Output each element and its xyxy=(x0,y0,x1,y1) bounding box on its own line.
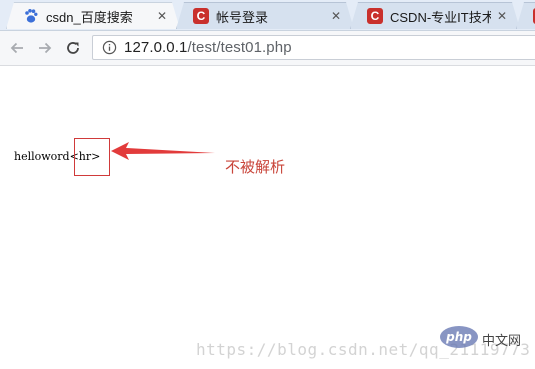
tab-title: 帐号登录 xyxy=(216,9,269,25)
back-button[interactable] xyxy=(6,37,28,59)
php-logo-icon: php xyxy=(440,326,478,348)
csdn-logo-icon: C xyxy=(367,8,383,24)
tab-baidu-search[interactable]: csdn_百度搜索 ✕ xyxy=(6,2,180,29)
info-icon[interactable] xyxy=(100,39,118,57)
back-arrow-icon xyxy=(10,42,23,54)
browser-window: csdn_百度搜索 ✕ C 帐号登录 ✕ C CSDN-专业IT技术社 ✕ C xyxy=(0,0,535,369)
highlight-box xyxy=(74,138,110,176)
tab-strip: csdn_百度搜索 ✕ C 帐号登录 ✕ C CSDN-专业IT技术社 ✕ C xyxy=(0,0,535,31)
forward-arrow-icon xyxy=(39,42,52,54)
blog-watermark: https://blog.csdn.net/qq_21119773 xyxy=(196,340,531,359)
close-icon[interactable]: ✕ xyxy=(495,9,509,23)
url-text: 127.0.0.1/test/test01.php xyxy=(124,39,292,56)
tab-account-login[interactable]: C 帐号登录 ✕ xyxy=(176,2,354,29)
baidu-paw-icon xyxy=(23,8,39,24)
url-host: 127.0.0.1 xyxy=(124,39,188,56)
url-path: /test/test01.php xyxy=(187,39,292,56)
forward-button[interactable] xyxy=(34,37,56,59)
tab-csdn-partial[interactable]: C xyxy=(516,2,535,29)
red-arrow-icon xyxy=(111,142,215,160)
browser-toolbar: 127.0.0.1/test/test01.php xyxy=(0,31,535,66)
address-bar[interactable]: 127.0.0.1/test/test01.php xyxy=(92,35,535,60)
tab-title: csdn_百度搜索 xyxy=(46,9,133,25)
close-icon[interactable]: ✕ xyxy=(329,9,343,23)
tab-title: CSDN-专业IT技术社 xyxy=(390,9,491,25)
reload-button[interactable] xyxy=(62,37,84,59)
reload-icon xyxy=(67,42,79,54)
annotation-label: 不被解析 xyxy=(225,158,286,176)
tab-csdn[interactable]: C CSDN-专业IT技术社 ✕ xyxy=(350,2,520,29)
site-name-watermark: 中文网 xyxy=(482,334,522,349)
close-icon[interactable]: ✕ xyxy=(155,9,169,23)
csdn-logo-icon: C xyxy=(193,8,209,24)
